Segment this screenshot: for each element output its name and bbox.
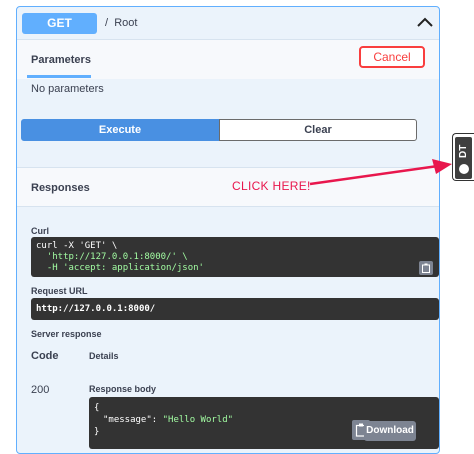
download-button[interactable]: Download xyxy=(364,421,416,441)
method-badge: GET xyxy=(22,13,97,34)
execute-button[interactable]: Execute xyxy=(21,119,219,141)
curl-line-3: -H 'accept: application/json' xyxy=(36,263,204,273)
curl-label: Curl xyxy=(31,226,49,236)
chevron-up-icon[interactable] xyxy=(415,14,435,30)
responses-title: Responses xyxy=(31,182,90,194)
clipboard-icon xyxy=(422,263,430,273)
body-colon: : xyxy=(151,415,163,425)
tab-parameters[interactable]: Parameters xyxy=(31,54,91,66)
path-summary: Root xyxy=(114,17,138,29)
body-close-brace: } xyxy=(94,427,100,437)
curl-line-1: curl -X 'GET' \ xyxy=(36,241,118,251)
body-message-line: "message": "Hello World" xyxy=(103,415,233,425)
dt-tab-inner: DT xyxy=(455,137,472,179)
tab-active-indicator xyxy=(27,75,91,78)
request-url-label: Request URL xyxy=(31,286,88,296)
clear-button[interactable]: Clear xyxy=(219,119,417,141)
response-body-label: Response body xyxy=(89,384,157,394)
cancel-button[interactable]: Cancel xyxy=(359,46,425,68)
details-column-header: Details xyxy=(89,351,119,361)
plus-circle-icon xyxy=(459,164,469,174)
no-parameters-text: No parameters xyxy=(31,83,104,95)
curl-code-block[interactable]: curl -X 'GET' \ 'http://127.0.0.1:8000/'… xyxy=(31,237,439,277)
parameters-section-header: Parameters Cancel xyxy=(17,39,439,79)
request-url-value: http://127.0.0.1:8000/ xyxy=(36,304,156,314)
dt-tab-label: DT xyxy=(458,144,469,158)
body-value: "Hello World" xyxy=(162,415,234,425)
body-key: "message" xyxy=(103,415,152,425)
operation-header[interactable]: GET / Root xyxy=(17,7,439,39)
code-column-header: Code xyxy=(31,350,59,362)
body-open-brace: { xyxy=(94,403,100,413)
path-separator: / xyxy=(105,17,109,29)
request-url-block[interactable]: http://127.0.0.1:8000/ xyxy=(31,298,439,320)
curl-line-2: 'http://127.0.0.1:8000/' \ xyxy=(36,252,188,262)
copy-curl-button[interactable] xyxy=(419,261,433,275)
execute-controls: Execute Clear xyxy=(21,119,417,141)
response-status-code: 200 xyxy=(31,384,50,396)
click-here-annotation: CLICK HERE! xyxy=(232,179,311,193)
server-response-label: Server response xyxy=(31,329,102,339)
arrow-icon xyxy=(309,159,452,186)
operation-panel: GET / Root Parameters Cancel No paramete… xyxy=(16,6,440,454)
operation-path: / Root xyxy=(105,17,137,29)
side-dt-tab[interactable]: DT xyxy=(452,133,474,181)
